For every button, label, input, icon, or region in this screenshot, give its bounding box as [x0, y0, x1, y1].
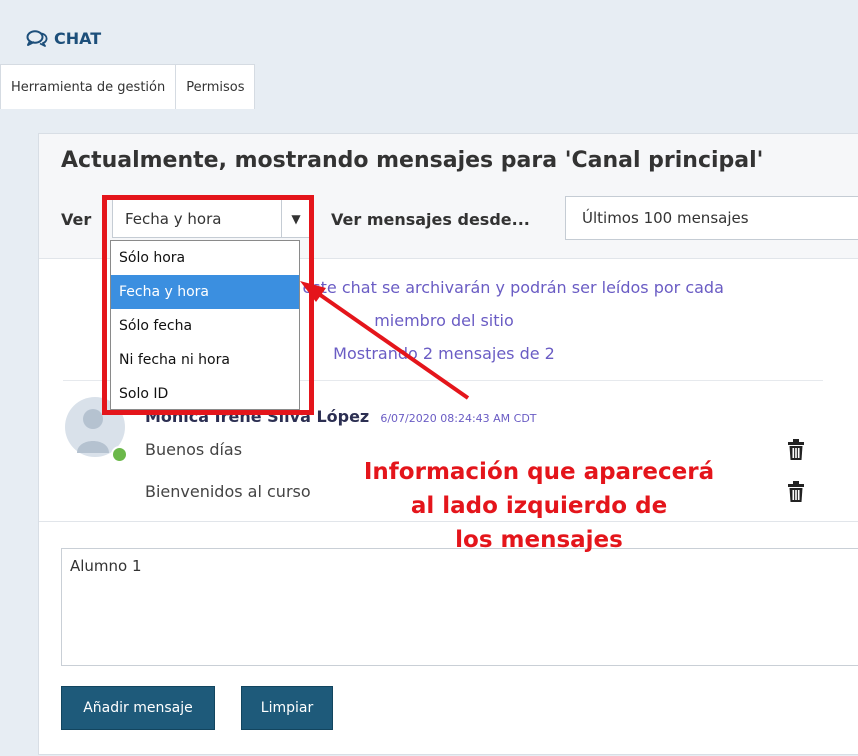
option-fecha-y-hora[interactable]: Fecha y hora	[111, 275, 299, 309]
ver-desde-label: Ver mensajes desde...	[331, 210, 530, 229]
annotation-line-1: Información que aparecerá	[363, 459, 715, 485]
ver-label: Ver	[61, 210, 92, 229]
option-solo-id[interactable]: Solo ID	[111, 377, 299, 411]
tab-permisos[interactable]: Permisos	[176, 64, 256, 109]
option-solo-hora[interactable]: Sólo hora	[111, 241, 299, 275]
option-solo-fecha[interactable]: Sólo fecha	[111, 309, 299, 343]
annotation-line-2: al lado izquierdo de	[410, 493, 668, 519]
trash-icon[interactable]	[787, 439, 805, 460]
clear-button[interactable]: Limpiar	[241, 686, 333, 730]
chat-icon	[26, 30, 48, 47]
date-format-dropdown: Sólo hora Fecha y hora Sólo fecha Ni fec…	[110, 240, 300, 410]
page-title: Actualmente, mostrando mensajes para 'Ca…	[61, 148, 764, 173]
date-format-value: Fecha y hora	[125, 209, 222, 228]
annotation-line-3: los mensajes	[455, 527, 623, 553]
message-input[interactable]: Alumno 1	[61, 548, 858, 666]
caret-down-icon[interactable]: ▼	[281, 200, 310, 237]
date-format-select[interactable]: Fecha y hora ▼	[112, 199, 311, 238]
tab-bar: Herramienta de gestión Permisos	[0, 64, 256, 109]
message-range-select[interactable]: Últimos 100 mensajes	[565, 196, 858, 240]
message-timestamp: 6/07/2020 08:24:43 AM CDT	[380, 412, 537, 425]
add-message-button[interactable]: Añadir mensaje	[61, 686, 215, 730]
app-title: CHAT	[26, 26, 101, 50]
trash-icon[interactable]	[787, 481, 805, 502]
option-ni-fecha-ni-hora[interactable]: Ni fecha ni hora	[111, 343, 299, 377]
message-text: Buenos días	[145, 440, 243, 459]
online-status-dot	[111, 446, 128, 463]
tab-herramienta-gestion[interactable]: Herramienta de gestión	[0, 64, 177, 109]
chat-panel: Actualmente, mostrando mensajes para 'Ca…	[38, 133, 858, 755]
annotation-text: Información que aparecerá al lado izquie…	[335, 455, 743, 557]
message-text: Bienvenidos al curso	[145, 482, 311, 501]
app-title-text: CHAT	[54, 28, 102, 48]
